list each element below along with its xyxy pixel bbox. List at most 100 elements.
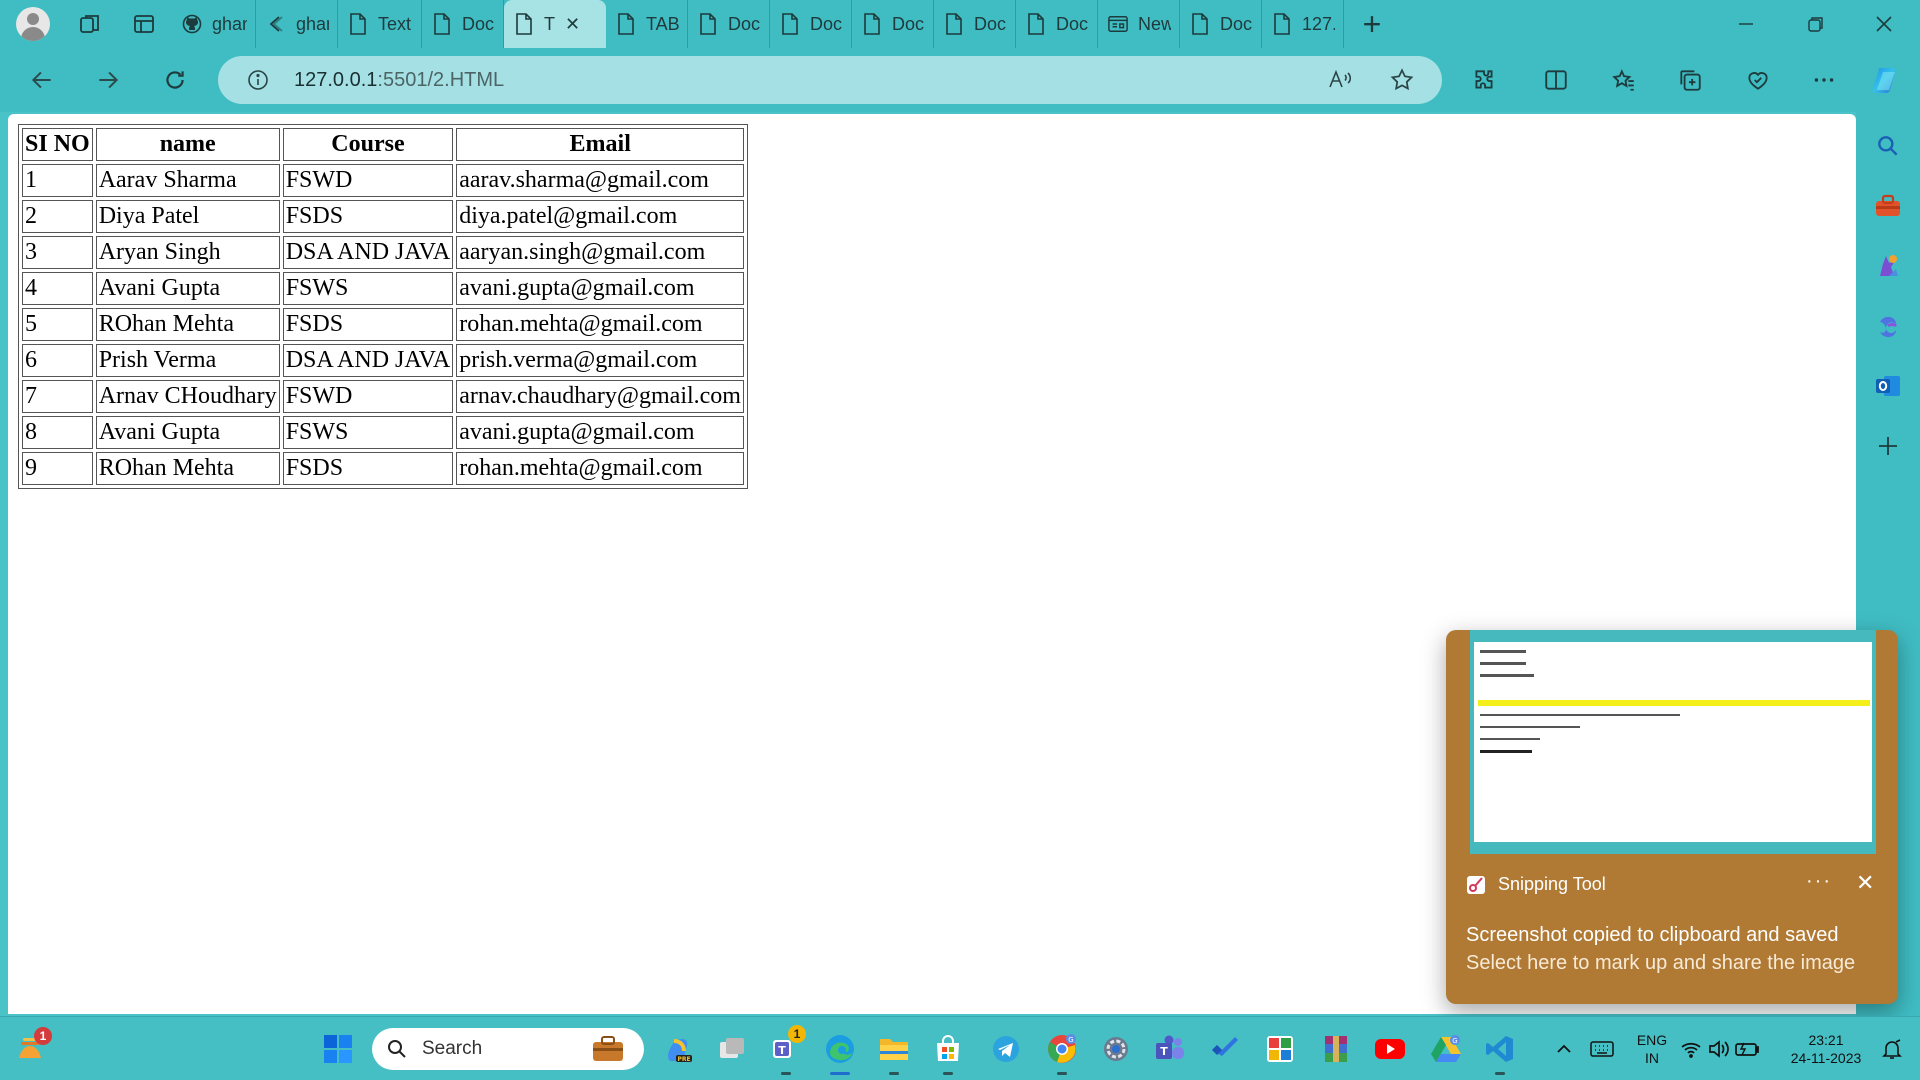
notification-more-button[interactable]: ··· bbox=[1806, 870, 1832, 893]
render-icon bbox=[266, 13, 286, 35]
cell-name: Diya Patel bbox=[95, 200, 280, 233]
tab-label: Docu bbox=[728, 13, 761, 34]
svg-text:G: G bbox=[1068, 1036, 1073, 1044]
tab-actions-icon[interactable] bbox=[130, 10, 158, 38]
favorite-star-icon[interactable] bbox=[1386, 64, 1418, 96]
file-explorer-icon[interactable] bbox=[876, 1031, 912, 1075]
outlook-icon[interactable] bbox=[1872, 370, 1904, 402]
browser-essentials-icon[interactable] bbox=[1740, 62, 1776, 98]
page-icon bbox=[698, 13, 718, 35]
tab-label: Docu bbox=[1220, 13, 1253, 34]
cell-email: diya.patel@gmail.com bbox=[456, 200, 745, 233]
screenshot-thumbnail[interactable] bbox=[1470, 630, 1876, 854]
settings-icon[interactable] bbox=[1098, 1031, 1134, 1067]
workspaces-icon[interactable] bbox=[76, 10, 104, 38]
add-sidebar-app-icon[interactable] bbox=[1872, 430, 1904, 462]
url-text[interactable]: 127.0.0.1:5501/2.HTML bbox=[294, 69, 504, 92]
language-indicator[interactable]: ENG IN bbox=[1632, 1031, 1672, 1067]
cell-email: arnav.chaudhary@gmail.com bbox=[456, 380, 745, 413]
back-button[interactable] bbox=[22, 60, 62, 100]
split-screen-icon[interactable] bbox=[1538, 62, 1574, 98]
address-bar[interactable]: 127.0.0.1:5501/2.HTML bbox=[218, 56, 1442, 104]
extensions-icon[interactable] bbox=[1466, 62, 1502, 98]
tab-label: T bbox=[544, 13, 555, 34]
close-window-button[interactable] bbox=[1854, 0, 1914, 48]
cell-si-no: 5 bbox=[22, 308, 93, 341]
teams-icon[interactable]: T bbox=[1152, 1031, 1188, 1067]
start-button[interactable] bbox=[320, 1031, 356, 1067]
telegram-icon[interactable] bbox=[988, 1031, 1024, 1067]
todo-icon[interactable] bbox=[1206, 1031, 1242, 1067]
edge-browser-icon[interactable] bbox=[822, 1031, 858, 1075]
favorites-icon[interactable] bbox=[1606, 62, 1642, 98]
close-tab-icon[interactable]: ✕ bbox=[565, 14, 580, 35]
language-code: ENG bbox=[1636, 1032, 1668, 1048]
tab[interactable]: TABLE bbox=[606, 0, 688, 48]
quick-settings-button[interactable] bbox=[1680, 1031, 1762, 1067]
tab[interactable]: ghan bbox=[256, 0, 338, 48]
tab[interactable]: ghan bbox=[172, 0, 256, 48]
tab-label: Docu bbox=[974, 13, 1007, 34]
tab[interactable]: New bbox=[1098, 0, 1180, 48]
column-header-email: Email bbox=[456, 128, 745, 161]
youtube-icon[interactable] bbox=[1372, 1031, 1408, 1067]
games-icon[interactable] bbox=[1872, 250, 1904, 282]
collections-icon[interactable] bbox=[1672, 62, 1708, 98]
google-drive-icon[interactable]: G bbox=[1428, 1031, 1464, 1067]
tab[interactable]: Docu bbox=[852, 0, 934, 48]
site-info-icon[interactable] bbox=[244, 66, 272, 94]
vscode-icon[interactable] bbox=[1482, 1031, 1518, 1075]
notification-bell-icon[interactable] bbox=[1878, 1031, 1906, 1067]
cell-name: Aryan Singh bbox=[95, 236, 280, 269]
winrar-icon[interactable] bbox=[1318, 1031, 1354, 1067]
restore-button[interactable] bbox=[1786, 0, 1846, 48]
cell-name: Avani Gupta bbox=[95, 416, 280, 449]
copilot-preview-icon[interactable]: PRE bbox=[660, 1031, 696, 1067]
calculator-app-icon[interactable] bbox=[1262, 1031, 1298, 1067]
widgets-icon[interactable]: 1 bbox=[12, 1027, 52, 1067]
microsoft-store-icon[interactable] bbox=[930, 1031, 966, 1075]
tray-overflow-icon[interactable] bbox=[1546, 1031, 1582, 1067]
tab[interactable]: Docu bbox=[422, 0, 504, 48]
tab[interactable]: Docu bbox=[934, 0, 1016, 48]
table-row: 1 Aarav Sharma FSWD aarav.sharma@gmail.com bbox=[22, 164, 745, 197]
teams-badge: 1 bbox=[788, 1025, 806, 1043]
page-icon bbox=[1272, 13, 1292, 35]
forward-button[interactable] bbox=[88, 60, 128, 100]
chrome-icon[interactable]: G bbox=[1044, 1031, 1080, 1075]
profile-avatar[interactable] bbox=[16, 7, 50, 41]
read-aloud-icon[interactable] bbox=[1324, 64, 1356, 96]
tab[interactable]: Docu bbox=[770, 0, 852, 48]
tab-label: Docu bbox=[892, 13, 925, 34]
cell-email: rohan.mehta@gmail.com bbox=[456, 308, 745, 341]
touch-keyboard-icon[interactable] bbox=[1584, 1031, 1620, 1067]
page-icon bbox=[862, 13, 882, 35]
tab-active[interactable]: T ✕ bbox=[504, 0, 606, 48]
new-tab-button[interactable]: + bbox=[1354, 6, 1390, 42]
refresh-button[interactable] bbox=[155, 60, 195, 100]
minimize-button[interactable] bbox=[1716, 0, 1776, 48]
tab[interactable]: Docu bbox=[688, 0, 770, 48]
tab[interactable]: Docu bbox=[1180, 0, 1262, 48]
snipping-tool-notification[interactable]: Snipping Tool ··· ✕ Screenshot copied to… bbox=[1446, 630, 1898, 1004]
copilot-icon[interactable] bbox=[1866, 60, 1906, 100]
cell-course: DSA AND JAVA bbox=[282, 344, 454, 377]
task-view-icon[interactable] bbox=[714, 1031, 750, 1067]
tools-icon[interactable] bbox=[1872, 190, 1904, 222]
newtab-icon bbox=[1108, 13, 1128, 35]
tab[interactable]: 127.0 bbox=[1262, 0, 1344, 48]
cell-name: Avani Gupta bbox=[95, 272, 280, 305]
teams-chat-icon[interactable]: T 1 bbox=[768, 1025, 806, 1075]
clock[interactable]: 23:21 24-11-2023 bbox=[1776, 1031, 1876, 1067]
taskbar-search-box[interactable]: Search bbox=[372, 1028, 644, 1070]
copilot-sidebar-icon[interactable] bbox=[1872, 310, 1904, 342]
search-icon[interactable] bbox=[1872, 130, 1904, 162]
page-icon bbox=[432, 13, 452, 35]
svg-text:T: T bbox=[778, 1044, 786, 1057]
students-table: SI NO name Course Email 1 Aarav Sharma FSW… bbox=[18, 124, 749, 489]
column-header-si-no: SI NO bbox=[22, 128, 93, 161]
notification-close-button[interactable]: ✕ bbox=[1856, 870, 1874, 896]
more-options-icon[interactable] bbox=[1806, 62, 1842, 98]
tab[interactable]: Text F bbox=[338, 0, 422, 48]
tab[interactable]: Docu bbox=[1016, 0, 1098, 48]
